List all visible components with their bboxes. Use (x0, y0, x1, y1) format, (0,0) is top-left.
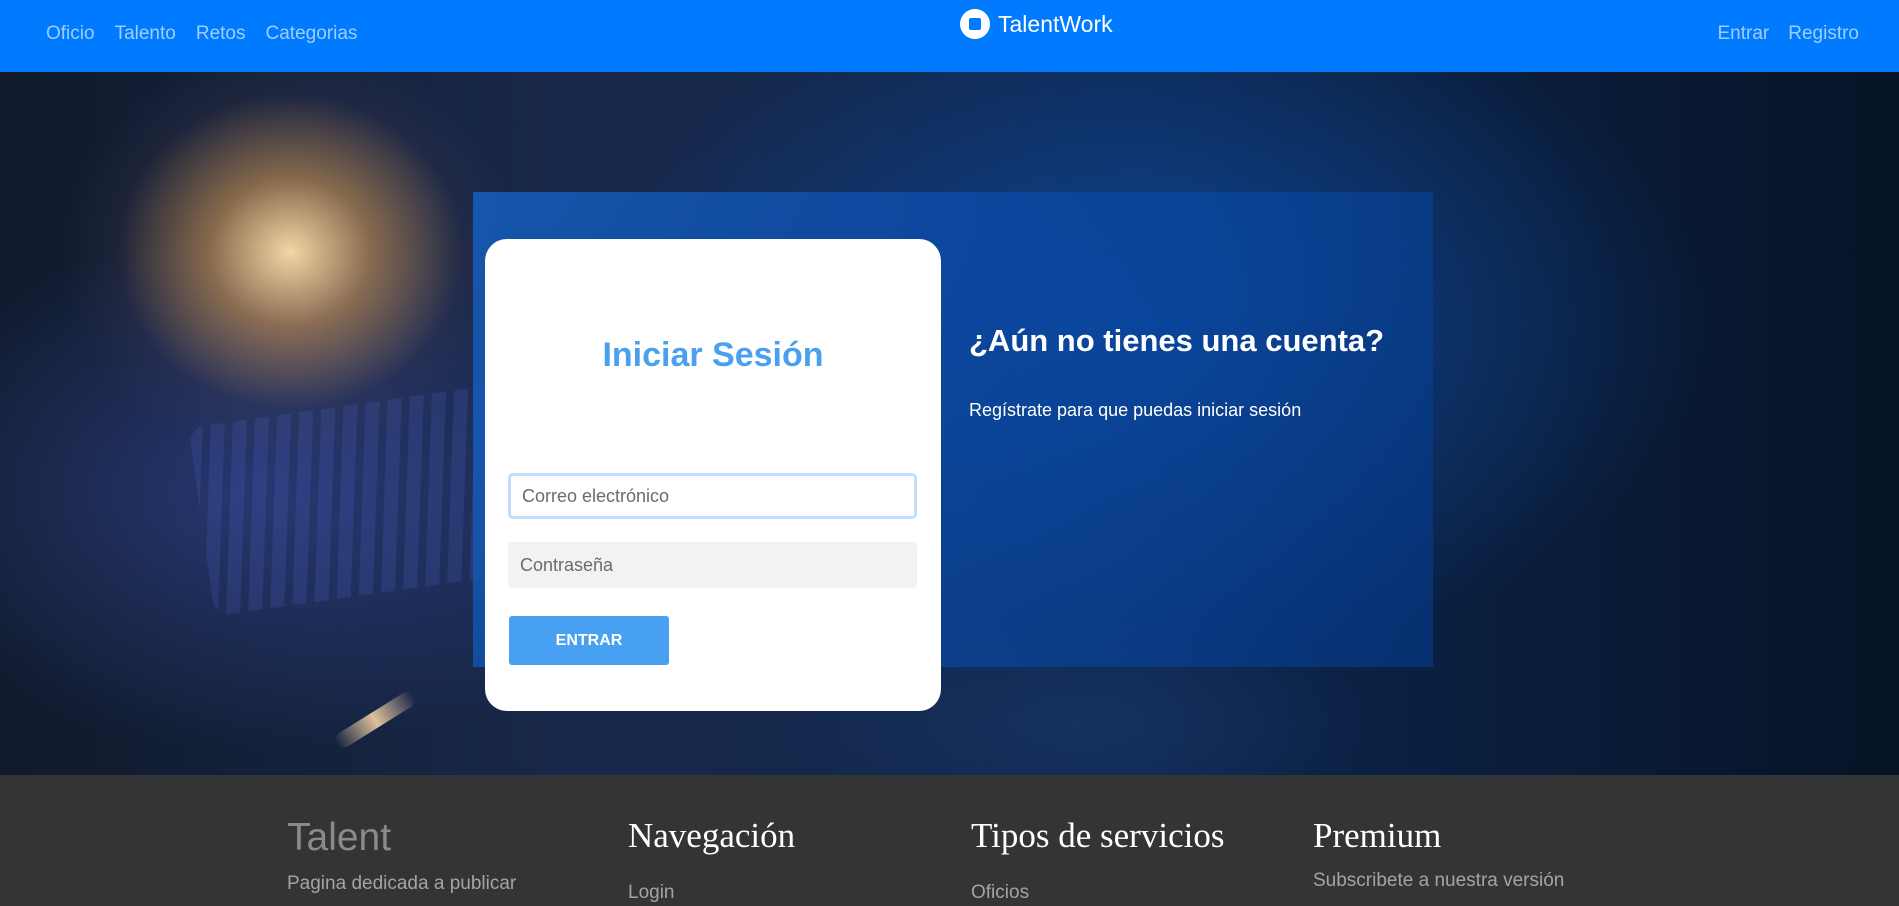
footer-talent-description: Pagina dedicada a publicar (287, 873, 517, 894)
nav-link-registro[interactable]: Registro (1788, 23, 1859, 45)
nav-link-oficio[interactable]: Oficio (46, 23, 95, 45)
footer-navigation-title: Navegación (628, 816, 796, 855)
nav-link-retos[interactable]: Retos (196, 23, 246, 45)
password-input[interactable] (508, 542, 917, 588)
nav-left-links: Oficio Talento Retos Categorias (46, 23, 357, 45)
footer-premium-description: Subscribete a nuestra versión (1313, 870, 1565, 891)
email-input[interactable] (508, 473, 917, 519)
footer-navigation-column: Navegación Login (628, 816, 796, 903)
nav-link-entrar[interactable]: Entrar (1718, 23, 1770, 45)
stop-circle-icon (960, 9, 990, 39)
signup-prompt-title: ¿Aún no tienes una cuenta? (969, 323, 1385, 358)
footer-talent-title: Talent (287, 816, 392, 859)
background-light-decoration (332, 689, 418, 751)
footer-service-types-column: Tipos de servicios Oficios (971, 816, 1225, 903)
footer: Talent Pagina dedicada a publicar Navega… (0, 775, 1899, 906)
nav-right-links: Entrar Registro (1718, 23, 1860, 45)
footer-link-login[interactable]: Login (628, 882, 675, 904)
nav-link-categorias[interactable]: Categorias (266, 23, 358, 45)
login-card: Iniciar Sesión ENTRAR (485, 239, 941, 711)
footer-service-types-title: Tipos de servicios (971, 816, 1225, 855)
hero-background: ¿Aún no tienes una cuenta? Regístrate pa… (0, 72, 1899, 775)
footer-link-oficios[interactable]: Oficios (971, 882, 1029, 904)
signup-prompt-text: Regístrate para que puedas iniciar sesió… (969, 400, 1302, 420)
nav-link-talento[interactable]: Talento (115, 23, 176, 45)
brand-name: TalentWork (998, 10, 1113, 37)
footer-premium-title: Premium (1313, 816, 1442, 855)
login-submit-button[interactable]: ENTRAR (509, 616, 669, 665)
footer-premium-column: Premium Subscribete a nuestra versión (1313, 816, 1564, 891)
top-navbar: Oficio Talento Retos Categorias TalentWo… (0, 0, 1899, 72)
footer-talent-column: Talent Pagina dedicada a publicar (287, 816, 516, 894)
brand-logo[interactable]: TalentWork (960, 9, 1113, 39)
login-title: Iniciar Sesión (602, 336, 824, 374)
